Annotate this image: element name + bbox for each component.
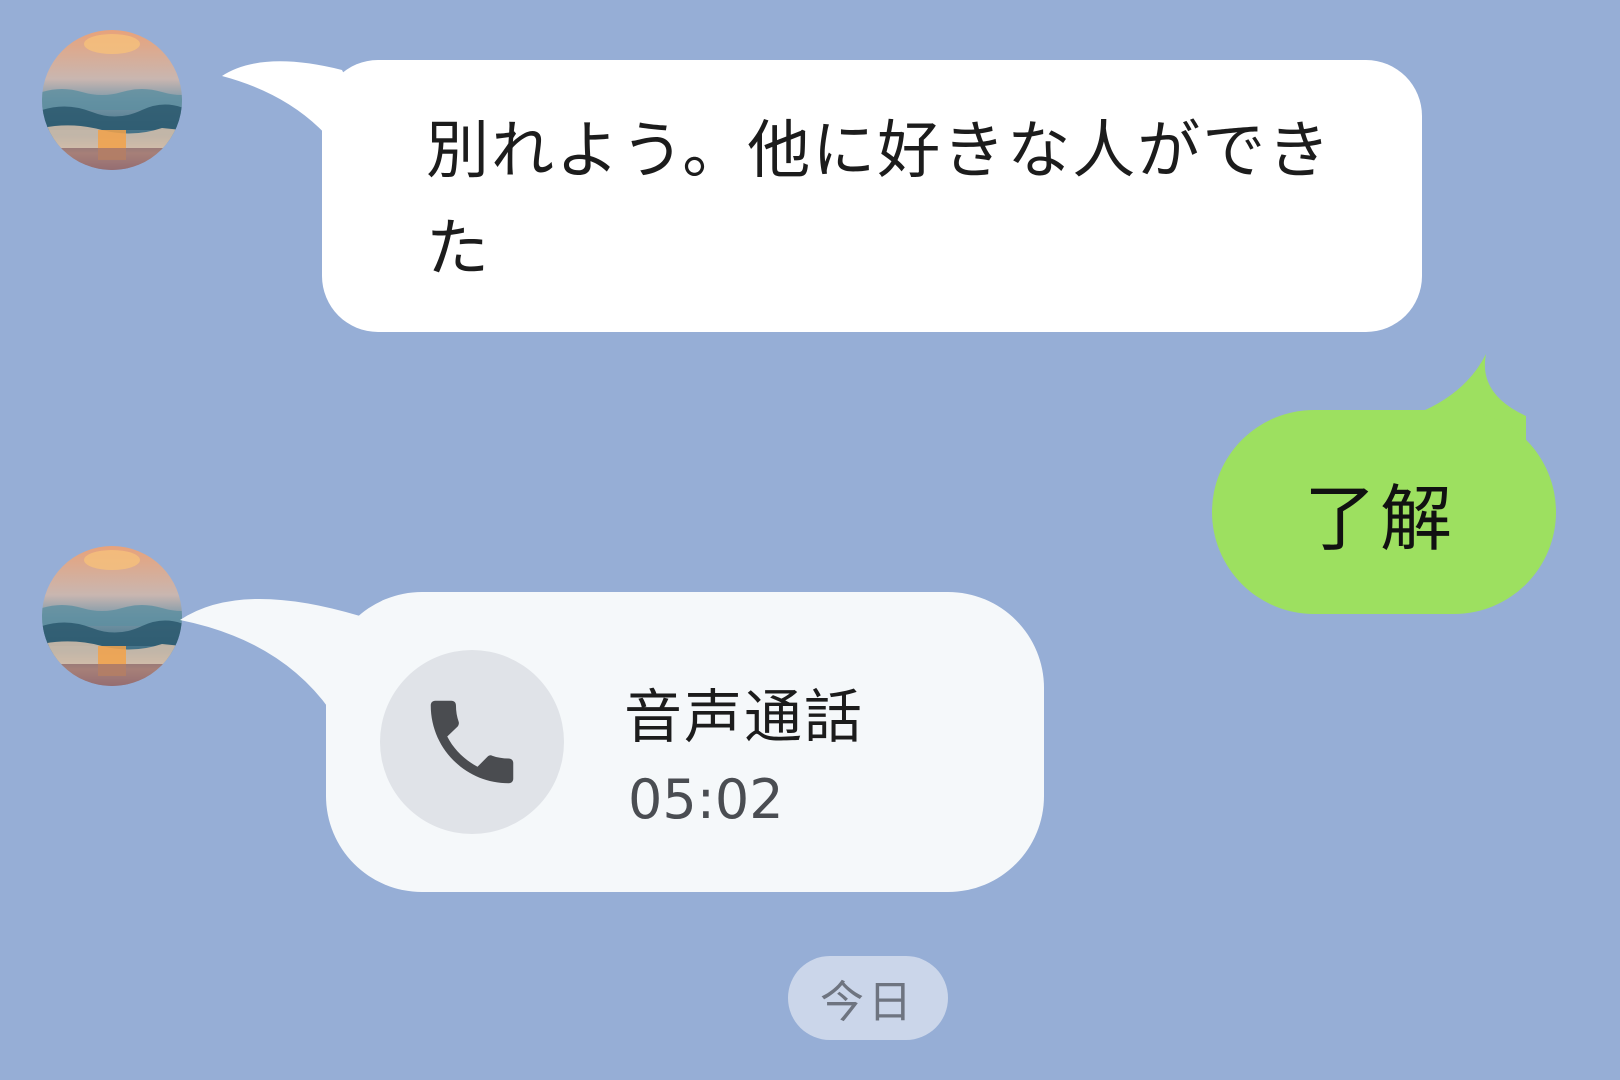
date-separator: 今日 — [788, 956, 948, 1040]
outgoing-message-bubble[interactable]: 了解 — [1212, 410, 1556, 614]
message-text: 別れよう。他に好きな人ができた — [426, 114, 1333, 285]
call-history-bubble[interactable]: 音声通話 05:02 — [326, 592, 1044, 892]
phone-icon — [430, 700, 514, 784]
chat-area: 別れよう。他に好きな人ができた 了解 音声通話 05:02 今日 — [0, 0, 1620, 1080]
call-title: 音声通話 — [624, 683, 865, 751]
call-duration: 05:02 — [628, 768, 784, 831]
sender-avatar[interactable] — [42, 546, 182, 686]
message-text: 了解 — [1303, 476, 1456, 561]
call-icon-circle — [380, 650, 564, 834]
avatar-image — [42, 30, 182, 170]
sender-avatar[interactable] — [42, 30, 182, 170]
incoming-message-bubble[interactable]: 別れよう。他に好きな人ができた — [322, 60, 1422, 332]
avatar-image — [42, 546, 182, 686]
